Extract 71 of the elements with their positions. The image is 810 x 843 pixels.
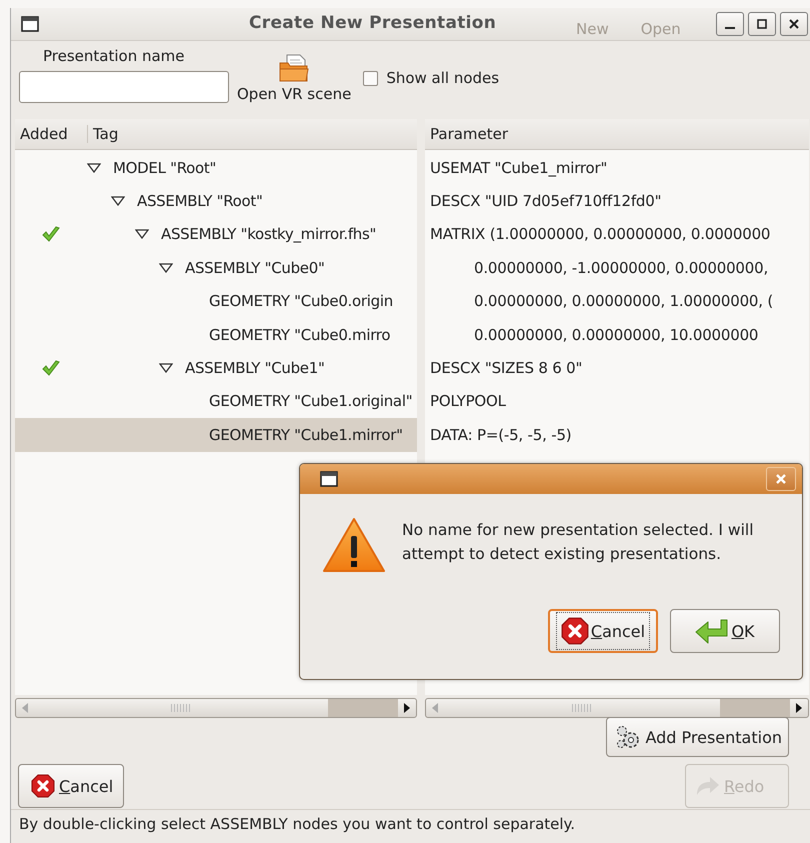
tree-node-label: GEOMETRY "Cube0.mirro bbox=[209, 326, 390, 344]
parameter-text: USEMAT "Cube1_mirror" bbox=[430, 158, 608, 177]
ok-button[interactable]: OK bbox=[670, 609, 780, 653]
close-icon bbox=[774, 472, 788, 486]
open-scene-button[interactable]: Open VR scene bbox=[237, 53, 352, 103]
tree-row[interactable]: GEOMETRY "Cube1.mirror" bbox=[15, 418, 417, 452]
background-toolbar-label: New bbox=[576, 20, 609, 38]
horizontal-scrollbar[interactable] bbox=[15, 698, 417, 718]
parameter-text: 0.00000000, -1.00000000, 0.00000000, bbox=[474, 258, 768, 277]
tree-node-label: ASSEMBLY "Cube1" bbox=[185, 359, 325, 378]
collapse-triangle-icon[interactable] bbox=[87, 162, 101, 173]
folder-icon bbox=[278, 53, 310, 83]
tree-row[interactable]: ASSEMBLY "Root" bbox=[15, 184, 417, 218]
scroll-right-arrow-icon bbox=[795, 703, 803, 713]
tree-node-label: MODEL "Root" bbox=[113, 158, 216, 177]
parameter-text: 0.00000000, 0.00000000, 10.0000000 bbox=[474, 326, 758, 344]
parameter-text: MATRIX (1.00000000, 0.00000000, 0.0000000 bbox=[430, 225, 770, 244]
cancel-icon bbox=[560, 617, 589, 645]
minimize-icon bbox=[725, 27, 735, 29]
parameter-text: POLYPOOL bbox=[430, 392, 506, 410]
collapse-triangle-icon[interactable] bbox=[159, 363, 173, 374]
tree-row[interactable]: GEOMETRY "Cube0.origin bbox=[15, 284, 417, 318]
tree-node-label: GEOMETRY "Cube0.origin bbox=[209, 292, 393, 310]
cancel-icon bbox=[31, 774, 55, 798]
tree-node-label: ASSEMBLY "Root" bbox=[137, 192, 263, 210]
collapse-triangle-icon[interactable] bbox=[159, 262, 173, 273]
cancel-button[interactable]: Cancel bbox=[548, 609, 658, 653]
add-presentation-button[interactable]: Add Presentation bbox=[606, 717, 789, 757]
name-field[interactable] bbox=[19, 71, 229, 103]
warning-icon bbox=[322, 516, 386, 574]
window-icon bbox=[21, 16, 39, 32]
collapse-triangle-icon[interactable] bbox=[135, 229, 149, 240]
parameter-text: DATA: P=(-5, -5, -5) bbox=[430, 426, 572, 444]
parameter-text: 0.00000000, 0.00000000, 1.00000000, ( bbox=[474, 292, 774, 310]
background-toolbar-label: Open bbox=[640, 20, 681, 38]
minimize-button[interactable] bbox=[716, 12, 744, 36]
status-bar: By double-clicking select ASSEMBLY nodes you want to control separately. bbox=[11, 809, 810, 838]
tree-node-label: GEOMETRY "Cube1.original" bbox=[209, 392, 412, 410]
parameter-text: DESCX "SIZES 8 6 0" bbox=[430, 359, 582, 378]
tree-node-label: ASSEMBLY "kostky_mirror.fhs" bbox=[161, 225, 376, 244]
enter-arrow-icon bbox=[695, 618, 730, 644]
column-header[interactable]: Tag bbox=[88, 125, 124, 143]
scroll-left-arrow-icon bbox=[21, 703, 29, 713]
column-header[interactable]: Added bbox=[15, 125, 88, 143]
tree-row[interactable]: MODEL "Root" bbox=[15, 151, 417, 184]
scrollbar-thumb[interactable] bbox=[720, 699, 790, 717]
gears-icon bbox=[615, 724, 642, 750]
maximize-button[interactable] bbox=[748, 12, 776, 36]
tree-node-label: GEOMETRY "Cube1.mirror" bbox=[209, 426, 403, 444]
tree-row[interactable]: GEOMETRY "Cube0.mirro bbox=[15, 318, 417, 352]
tree-row[interactable]: ASSEMBLY "Cube1" bbox=[15, 351, 417, 385]
scrollbar-thumb[interactable] bbox=[328, 699, 398, 717]
scroll-right-arrow-icon bbox=[403, 703, 411, 713]
scroll-left-arrow-icon bbox=[431, 703, 439, 713]
tree-row[interactable]: GEOMETRY "Cube1.original" bbox=[15, 384, 417, 418]
tree-row[interactable]: ASSEMBLY "Cube0" bbox=[15, 251, 417, 285]
cancel-button[interactable]: Cancel bbox=[18, 764, 124, 808]
show-all-nodes-checkbox[interactable]: Show all nodes bbox=[363, 69, 500, 87]
maximize-icon bbox=[754, 16, 770, 32]
dialog-message: No name for new presentation selected. I will attempt to detect existing presentations. bbox=[402, 520, 755, 565]
field-label: Presentation name bbox=[43, 47, 185, 65]
horizontal-scrollbar[interactable] bbox=[425, 698, 809, 718]
collapse-triangle-icon[interactable] bbox=[111, 196, 125, 206]
window-icon bbox=[320, 471, 338, 487]
tree-row[interactable]: ASSEMBLY "kostky_mirror.fhs" bbox=[15, 218, 417, 252]
tree-node-label: ASSEMBLY "Cube0" bbox=[185, 258, 325, 277]
redo-button: Redo bbox=[685, 764, 789, 808]
window-title: Create New Presentation bbox=[249, 13, 496, 33]
close-button[interactable] bbox=[780, 12, 808, 36]
parameter-text: DESCX "UID 7d05ef710ff12fd0" bbox=[430, 192, 662, 210]
column-header[interactable]: Parameter bbox=[425, 125, 514, 143]
